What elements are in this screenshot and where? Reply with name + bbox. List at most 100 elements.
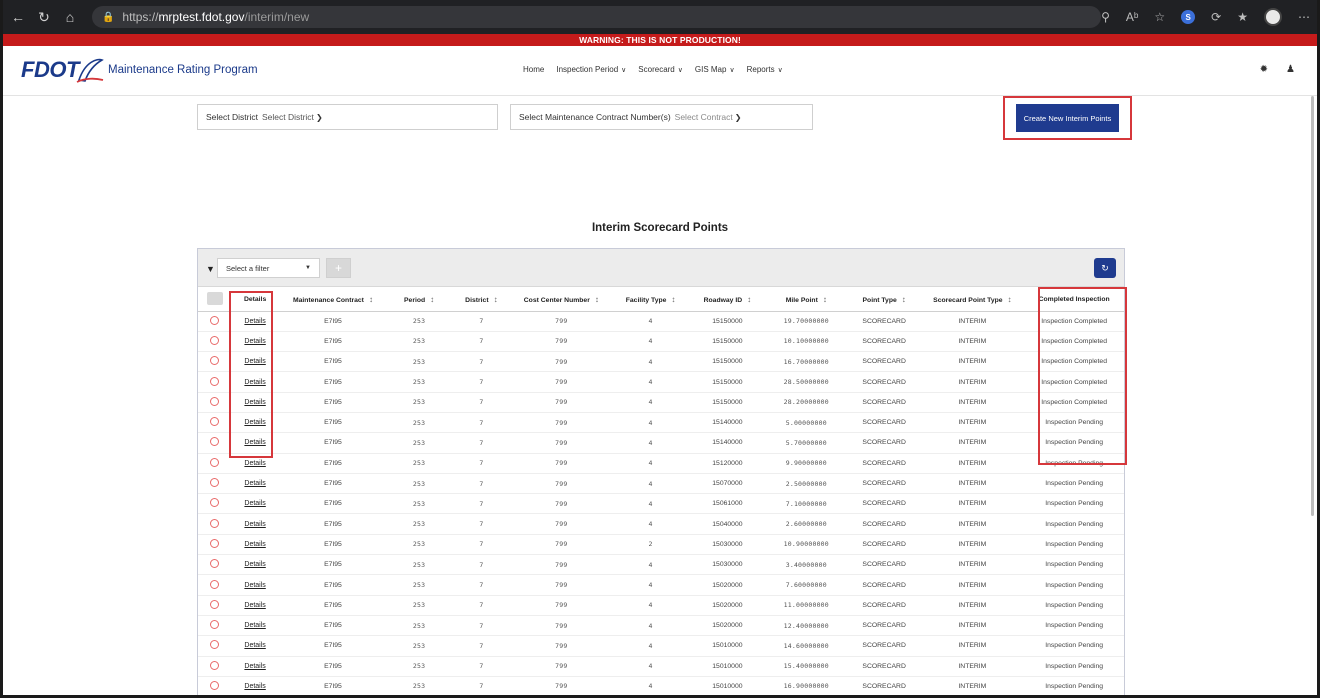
details-link[interactable]: Details — [244, 561, 265, 568]
read-aloud-icon[interactable]: Aᵇ — [1126, 10, 1139, 24]
column-header-district[interactable]: District ↕ — [451, 289, 512, 312]
table-row[interactable]: Details E7I95 253 7 799 4 15020000 12.40000000 S… — [198, 615, 1124, 637]
details-link[interactable]: Details — [244, 541, 265, 548]
row-select-radio[interactable] — [210, 498, 220, 508]
details-link[interactable]: Details — [244, 399, 265, 406]
favorite-star-icon[interactable]: ☆ — [1154, 10, 1165, 24]
details-link[interactable]: Details — [244, 622, 265, 629]
sort-icon[interactable]: ↕ — [671, 295, 675, 304]
sort-icon[interactable]: ↕ — [494, 295, 498, 304]
add-filter-button[interactable]: + — [326, 258, 351, 278]
column-header-facility-type[interactable]: Facility Type ↕ — [611, 289, 691, 312]
column-header-scorecard-point-type[interactable]: Scorecard Point Type ↕ — [920, 289, 1025, 312]
nav-reports[interactable]: Reports ∨ — [747, 65, 783, 74]
details-link[interactable]: Details — [244, 318, 265, 325]
details-link[interactable]: Details — [244, 338, 265, 345]
details-link[interactable]: Details — [244, 419, 265, 426]
more-menu-icon[interactable]: ⋯ — [1298, 10, 1310, 24]
refresh-icon[interactable]: ↻ — [36, 9, 52, 25]
table-row[interactable]: Details E7I95 253 7 799 4 15020000 7.60000000 SC… — [198, 574, 1124, 596]
nav-gis-map[interactable]: GIS Map ∨ — [695, 65, 735, 74]
row-select-radio[interactable] — [210, 457, 220, 467]
table-row[interactable]: Details E7I95 253 7 799 4 15150000 19.70000000 S… — [198, 311, 1124, 332]
back-icon[interactable]: ← — [10, 9, 26, 25]
table-row[interactable]: Details E7I95 253 7 799 4 15010000 14.60000000 S… — [198, 635, 1124, 657]
column-header-roadway-id[interactable]: Roadway ID ↕ — [690, 289, 765, 312]
row-select-radio[interactable] — [210, 417, 220, 427]
row-select-radio[interactable] — [210, 315, 220, 325]
zoom-icon[interactable]: ⚲ — [1101, 10, 1110, 24]
collections-icon[interactable]: ⟳ — [1211, 10, 1221, 24]
column-header-details[interactable]: Details — [231, 289, 279, 312]
row-select-radio[interactable] — [210, 356, 220, 366]
row-select-radio[interactable] — [210, 335, 220, 345]
row-select-radio[interactable] — [210, 518, 220, 528]
address-bar[interactable]: 🔒 https://mrptest.fdot.gov/interim/new — [91, 6, 1102, 28]
table-row[interactable]: Details E7I95 253 7 799 4 15150000 28.50000000 S… — [198, 371, 1124, 393]
row-select-radio[interactable] — [210, 478, 220, 488]
user-icon[interactable]: ♟ — [1286, 64, 1295, 75]
contract-select[interactable]: Select Maintenance Contract Number(s) Se… — [510, 104, 813, 130]
sort-icon[interactable]: ↕ — [902, 295, 906, 304]
row-select-radio[interactable] — [210, 680, 220, 690]
table-row[interactable]: Details E7I95 253 7 799 4 15070000 2.50000000 SC… — [198, 473, 1124, 495]
column-header-mile-point[interactable]: Mile Point ↕ — [764, 289, 848, 312]
table-row[interactable]: Details E7I95 253 7 799 2 15030000 10.90000000 S… — [198, 534, 1124, 556]
row-select-radio[interactable] — [210, 660, 220, 670]
column-header-maintenance-contract[interactable]: Maintenance Contract ↕ — [278, 289, 387, 312]
row-select-radio[interactable] — [210, 620, 220, 630]
table-row[interactable]: Details E7I95 253 7 799 4 15010000 15.40000000 S… — [198, 656, 1124, 677]
column-header-cost-center-number[interactable]: Cost Center Number ↕ — [511, 289, 612, 312]
scrollbar-thumb[interactable] — [1311, 96, 1314, 516]
extension-icon[interactable]: S — [1181, 10, 1196, 24]
table-row[interactable]: Details E7I95 253 7 799 4 15140000 5.00000000 SC… — [198, 412, 1124, 434]
details-link[interactable]: Details — [244, 439, 265, 446]
details-link[interactable]: Details — [244, 663, 265, 670]
table-row[interactable]: Details E7I95 253 7 799 4 15150000 10.10000000 S… — [198, 331, 1124, 353]
row-select-radio[interactable] — [210, 376, 220, 386]
select-all-header[interactable] — [198, 289, 232, 312]
row-select-radio[interactable] — [210, 640, 220, 650]
sort-icon[interactable]: ↕ — [747, 295, 751, 304]
row-select-radio[interactable] — [210, 559, 220, 569]
details-link[interactable]: Details — [244, 500, 265, 507]
nav-inspection-period[interactable]: Inspection Period ∨ — [556, 65, 626, 74]
table-row[interactable]: Details E7I95 253 7 799 4 15150000 16.70000000 S… — [198, 351, 1124, 373]
column-header-period[interactable]: Period ↕ — [386, 289, 452, 312]
row-select-radio[interactable] — [210, 396, 220, 406]
details-link[interactable]: Details — [244, 683, 265, 690]
table-row[interactable]: Details E7I95 253 7 799 4 15040000 2.60000000 SC… — [198, 513, 1124, 535]
sort-icon[interactable]: ↕ — [1008, 295, 1012, 304]
favorites-icon[interactable]: ★ — [1237, 10, 1248, 24]
grid-filter-select[interactable]: Select a filter ▼ — [217, 258, 320, 278]
table-row[interactable]: Details E7I95 253 7 799 4 15010000 16.90000000 S… — [198, 676, 1124, 697]
table-row[interactable]: Details E7I95 253 7 799 4 15120000 9.90000000 SC… — [198, 453, 1124, 474]
details-link[interactable]: Details — [244, 379, 265, 386]
page-scrollbar[interactable] — [1309, 96, 1317, 516]
district-select[interactable]: Select District Select District ❯ — [197, 104, 498, 130]
home-icon[interactable]: ⌂ — [62, 9, 78, 25]
nav-home[interactable]: Home — [523, 65, 544, 74]
sort-icon[interactable]: ↕ — [369, 295, 373, 304]
details-link[interactable]: Details — [244, 582, 265, 589]
row-select-radio[interactable] — [210, 437, 220, 447]
details-link[interactable]: Details — [244, 602, 265, 609]
table-row[interactable]: Details E7I95 253 7 799 4 15020000 11.00000000 S… — [198, 595, 1124, 616]
details-link[interactable]: Details — [244, 642, 265, 649]
table-row[interactable]: Details E7I95 253 7 799 4 15061000 7.10000000 SC… — [198, 493, 1124, 515]
column-header-completed-inspection[interactable]: Completed Inspection — [1024, 289, 1124, 312]
details-link[interactable]: Details — [244, 480, 265, 487]
theme-toggle-icon[interactable]: ✹ — [1260, 64, 1268, 75]
sort-icon[interactable]: ↕ — [430, 295, 434, 304]
details-link[interactable]: Details — [244, 521, 265, 528]
refresh-grid-button[interactable]: ↻ — [1094, 258, 1116, 278]
table-row[interactable]: Details E7I95 253 7 799 4 15140000 5.70000000 SC… — [198, 432, 1124, 454]
create-new-interim-points-button[interactable]: Create New Interim Points — [1016, 104, 1119, 132]
fdot-logo[interactable]: FDOT — [21, 56, 105, 84]
row-select-radio[interactable] — [210, 538, 220, 548]
row-select-radio[interactable] — [210, 579, 220, 589]
select-all-checkbox[interactable] — [206, 292, 223, 306]
column-header-point-type[interactable]: Point Type ↕ — [847, 289, 921, 312]
row-select-radio[interactable] — [210, 599, 220, 609]
sort-icon[interactable]: ↕ — [595, 295, 599, 304]
